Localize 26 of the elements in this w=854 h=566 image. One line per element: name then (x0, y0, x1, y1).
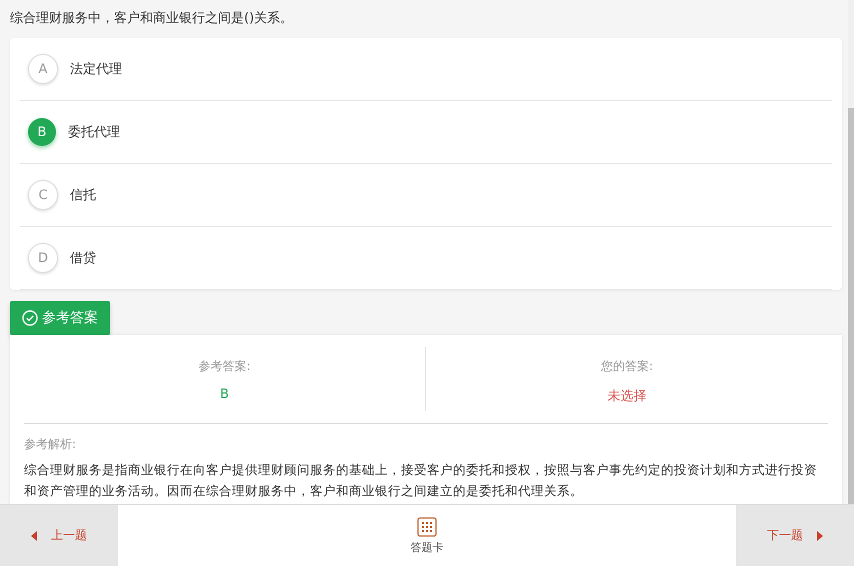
previous-button[interactable]: 上一题 (0, 505, 118, 566)
scrollbar-thumb[interactable] (848, 108, 854, 504)
question-text: 综合理财服务中，客户和商业银行之间是()关系。 (10, 10, 294, 28)
left-triangle-icon (31, 530, 37, 540)
answer-option[interactable]: A 法定代理 (20, 38, 832, 101)
check-circle-icon (22, 310, 38, 326)
option-letter: C (28, 180, 58, 210)
reference-answer-value: B (220, 387, 229, 402)
option-text: 法定代理 (70, 61, 122, 78)
option-text: 信托 (70, 187, 96, 204)
grid-icon (417, 516, 437, 536)
answer-option[interactable]: B 委托代理 (20, 101, 832, 164)
answer-option[interactable]: D 借贷 (20, 227, 832, 290)
next-button[interactable]: 下一题 (736, 505, 854, 566)
option-text: 委托代理 (68, 124, 120, 141)
option-text: 借贷 (70, 250, 96, 267)
your-answer-value: 未选择 (608, 388, 646, 405)
option-letter: D (28, 243, 58, 273)
analysis-label: 参考解析: (24, 436, 78, 453)
answer-option[interactable]: C 信托 (20, 164, 832, 227)
option-letter: A (28, 54, 58, 84)
right-triangle-icon (817, 530, 823, 540)
your-answer-label: 您的答案: (600, 358, 654, 375)
analysis-text: 综合理财服务是指商业银行在向客户提供理财顾问服务的基础上，接受客户的委托和授权，按照与客户事先约定的投资计划和方式进行投资和资产管理的业务活动。因而在综合理财服务中，客户和商业银行之间建立的是委托和代理关系。 (24, 461, 818, 500)
option-letter: B (28, 118, 56, 146)
reference-answer-label: 参考答案: (198, 358, 251, 375)
